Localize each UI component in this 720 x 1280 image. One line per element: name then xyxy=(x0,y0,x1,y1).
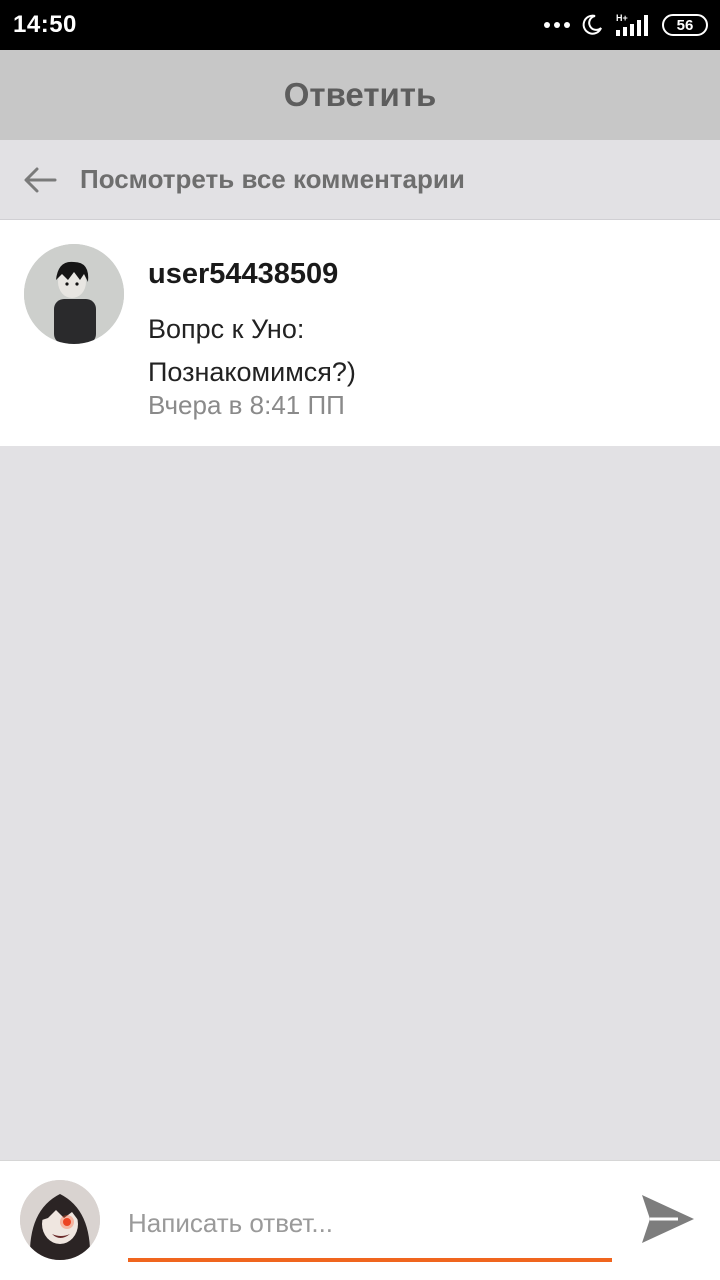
battery-icon: 56 xyxy=(662,14,708,36)
status-icons: H+ 56 xyxy=(544,12,708,38)
arrow-left-icon[interactable] xyxy=(23,166,57,194)
reply-composer xyxy=(0,1160,720,1280)
view-all-comments-label[interactable]: Посмотреть все комментарии xyxy=(80,164,465,195)
send-icon[interactable] xyxy=(638,1191,698,1247)
comment-text: Вопрс к Уно: Познакомимся?) xyxy=(148,314,356,387)
network-type-label: H+ xyxy=(616,13,628,23)
my-avatar xyxy=(20,1180,100,1260)
comment-timestamp: Вчера в 8:41 ПП xyxy=(148,390,345,420)
signal-icon: H+ xyxy=(616,13,648,36)
input-underline xyxy=(128,1258,612,1262)
reply-input[interactable] xyxy=(128,1199,612,1247)
status-time: 14:50 xyxy=(13,11,77,38)
status-bar: 14:50 H+ 56 xyxy=(0,0,720,50)
comment-card: user54438509 Вопрс к Уно: Познакомимся?)… xyxy=(0,220,720,446)
avatar[interactable] xyxy=(24,244,124,344)
battery-level: 56 xyxy=(676,16,694,34)
title-bar: Ответить xyxy=(0,50,720,140)
comment-username[interactable]: user54438509 xyxy=(148,258,338,291)
moon-icon xyxy=(582,14,602,35)
view-all-comments-button[interactable]: Посмотреть все комментарии xyxy=(0,140,720,220)
more-dots-icon xyxy=(544,22,570,28)
page-title: Ответить xyxy=(283,76,437,113)
